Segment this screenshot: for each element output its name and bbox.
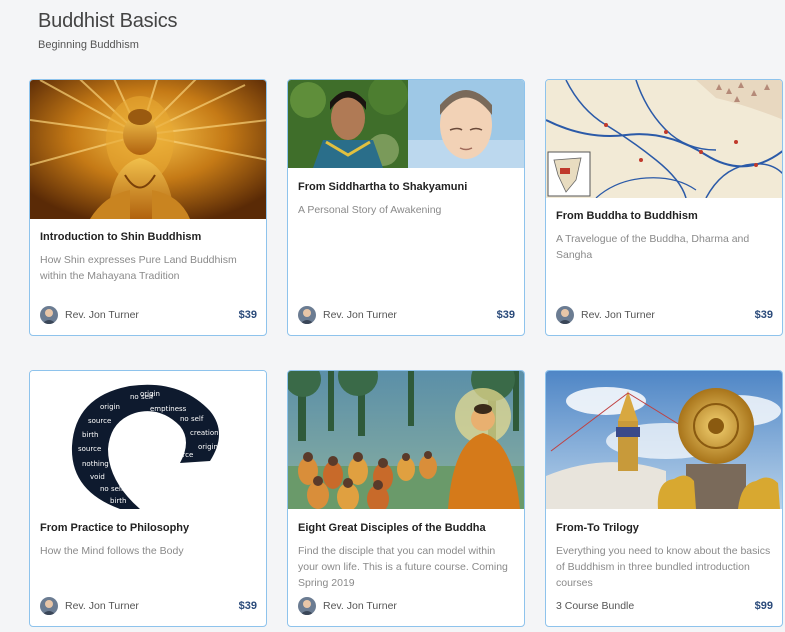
- page-subtitle: Beginning Buddhism: [38, 39, 139, 51]
- stupa-dharma-wheel-image[interactable]: [546, 371, 782, 509]
- enso-word: no self: [180, 415, 204, 423]
- course-footer: 3 Course Bundle $99: [556, 596, 773, 616]
- author-avatar: [40, 597, 58, 615]
- course-description: How the Mind follows the Body: [40, 545, 184, 557]
- enso-word: origin: [100, 403, 120, 411]
- enso-word: no self: [100, 485, 124, 493]
- bundle-label: 3 Course Bundle: [556, 600, 635, 612]
- course-title[interactable]: From-To Trilogy: [556, 522, 774, 534]
- enso-word: origin: [140, 390, 160, 398]
- course-title[interactable]: From Buddha to Buddhism: [556, 210, 774, 222]
- author-name: Rev. Jon Turner: [323, 309, 397, 321]
- disciples-painting-image[interactable]: [288, 371, 524, 509]
- course-card-siddhartha[interactable]: From Siddhartha to Shakyamuni A Personal…: [287, 79, 525, 336]
- course-card-eight-disciples[interactable]: Eight Great Disciples of the Buddha Find…: [287, 370, 525, 627]
- course-price: $39: [238, 600, 257, 612]
- ancient-india-map-image[interactable]: [546, 80, 782, 198]
- enso-word: creation: [190, 429, 219, 437]
- enso-word: source: [88, 417, 111, 425]
- author-avatar: [298, 597, 316, 615]
- course-title[interactable]: From Siddhartha to Shakyamuni: [298, 181, 516, 193]
- enso-word: source: [78, 445, 101, 453]
- course-card-from-to-trilogy[interactable]: From-To Trilogy Everything you need to k…: [545, 370, 783, 627]
- author-name: Rev. Jon Turner: [65, 309, 139, 321]
- course-price: $39: [754, 309, 773, 321]
- course-card-intro-shin[interactable]: Introduction to Shin Buddhism How Shin e…: [29, 79, 267, 336]
- author-name: Rev. Jon Turner: [65, 600, 139, 612]
- course-footer: Rev. Jon Turner $39: [556, 305, 773, 325]
- course-title[interactable]: Introduction to Shin Buddhism: [40, 231, 258, 243]
- course-description: Find the disciple that you can model wit…: [298, 545, 508, 589]
- enso-word: origin: [198, 443, 218, 451]
- course-footer: Rev. Jon Turner: [298, 596, 515, 616]
- enso-word: source: [170, 451, 193, 459]
- course-price: $39: [238, 309, 257, 321]
- enso-word-circle-image[interactable]: no self origin emptiness source no self birth…: [30, 371, 266, 509]
- page-title: Buddhist Basics: [38, 10, 178, 32]
- course-card-buddha-to-buddhism[interactable]: From Buddha to Buddhism A Travelogue of …: [545, 79, 783, 336]
- course-price: $99: [754, 600, 773, 612]
- enso-word: nothing: [82, 460, 109, 468]
- course-footer: Rev. Jon Turner $39: [40, 305, 257, 325]
- course-footer: Rev. Jon Turner $39: [298, 305, 515, 325]
- course-title[interactable]: Eight Great Disciples of the Buddha: [298, 522, 516, 534]
- enso-word: emptiness: [150, 405, 187, 413]
- course-description: A Travelogue of the Buddha, Dharma and S…: [556, 233, 750, 261]
- author-avatar: [298, 306, 316, 324]
- course-price: $39: [496, 309, 515, 321]
- siddhartha-illustration-image[interactable]: [288, 80, 524, 168]
- author-avatar: [40, 306, 58, 324]
- course-card-practice-philosophy[interactable]: no self origin emptiness source no self birth…: [29, 370, 267, 627]
- page-header: Buddhist Basics Beginning Buddhism: [38, 10, 177, 51]
- course-description: How Shin expresses Pure Land Buddhism wi…: [40, 254, 237, 282]
- author-name: Rev. Jon Turner: [323, 600, 397, 612]
- author-name: Rev. Jon Turner: [581, 309, 655, 321]
- course-footer: Rev. Jon Turner $39: [40, 596, 257, 616]
- course-description: A Personal Story of Awakening: [298, 204, 442, 216]
- golden-buddha-image[interactable]: [30, 80, 266, 219]
- enso-word: birth: [110, 497, 126, 505]
- author-avatar: [556, 306, 574, 324]
- enso-word: birth: [82, 431, 98, 439]
- enso-word: void: [90, 473, 105, 481]
- course-title[interactable]: From Practice to Philosophy: [40, 522, 258, 534]
- course-description: Everything you need to know about the ba…: [556, 545, 771, 589]
